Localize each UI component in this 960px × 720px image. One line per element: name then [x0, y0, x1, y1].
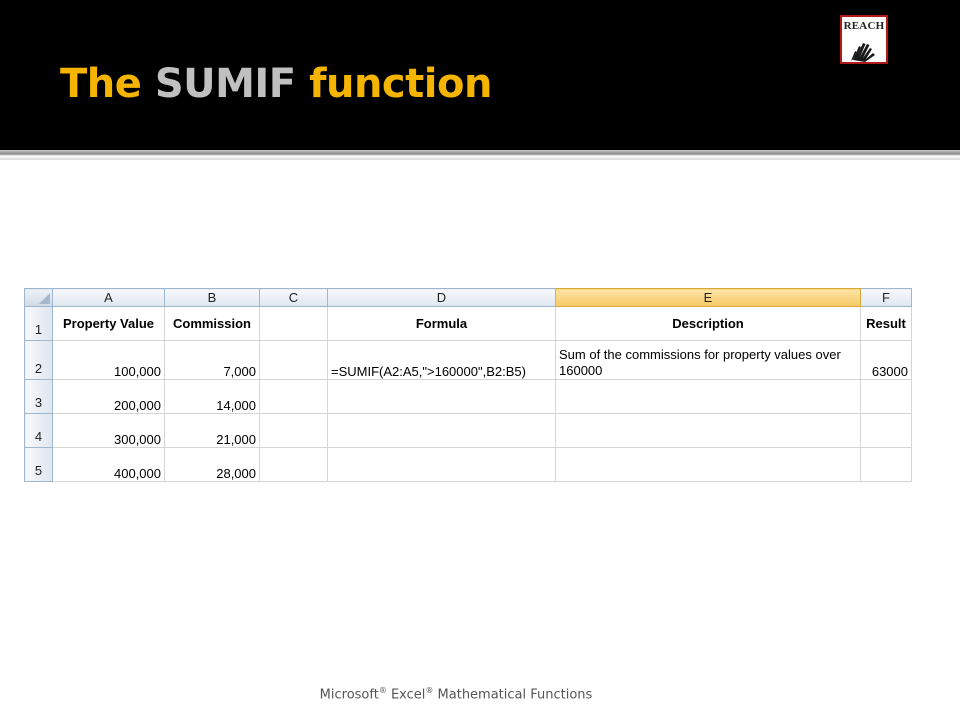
footer-brand-excel: Excel: [386, 687, 426, 703]
table-row: 4 300,000 21,000: [24, 413, 912, 448]
cell-b2[interactable]: 7,000: [164, 340, 260, 380]
cell-e5[interactable]: [555, 447, 861, 482]
hand-icon: [851, 43, 875, 62]
cell-c1[interactable]: [259, 306, 328, 341]
slide-footer: Microsoft® Excel® Mathematical Functions: [0, 686, 912, 702]
table-row: 3 200,000 14,000: [24, 379, 912, 414]
cell-c3[interactable]: [259, 379, 328, 414]
cell-d3[interactable]: [327, 379, 556, 414]
logo-text: REACH: [843, 20, 885, 32]
column-header-row: A B C D E F: [24, 288, 912, 307]
column-header-b[interactable]: B: [164, 288, 260, 307]
cell-c2[interactable]: [259, 340, 328, 380]
cell-e1[interactable]: Description: [555, 306, 861, 341]
cell-f5[interactable]: [860, 447, 912, 482]
column-header-e[interactable]: E: [555, 288, 861, 307]
cell-c5[interactable]: [259, 447, 328, 482]
cell-a2[interactable]: 100,000: [52, 340, 165, 380]
cell-b1[interactable]: Commission: [164, 306, 260, 341]
cell-a3[interactable]: 200,000: [52, 379, 165, 414]
column-header-c[interactable]: C: [259, 288, 328, 307]
title-text-function: function: [295, 61, 492, 107]
cell-b3[interactable]: 14,000: [164, 379, 260, 414]
column-header-f[interactable]: F: [860, 288, 912, 307]
title-text-the: The: [60, 61, 155, 107]
cell-e4[interactable]: [555, 413, 861, 448]
cell-f1[interactable]: Result: [860, 306, 912, 341]
cell-d5[interactable]: [327, 447, 556, 482]
row-header-2[interactable]: 2: [24, 340, 53, 380]
table-row: 2 100,000 7,000 =SUMIF(A2:A5,">160000",B…: [24, 340, 912, 380]
cell-f4[interactable]: [860, 413, 912, 448]
cell-d2[interactable]: =SUMIF(A2:A5,">160000",B2:B5): [327, 340, 556, 380]
cell-a1[interactable]: Property Value: [52, 306, 165, 341]
cell-d1[interactable]: Formula: [327, 306, 556, 341]
reach-logo: REACH: [840, 15, 888, 64]
footer-brand-microsoft: Microsoft: [319, 687, 379, 703]
row-header-5[interactable]: 5: [24, 447, 53, 482]
row-header-4[interactable]: 4: [24, 413, 53, 448]
cell-a4[interactable]: 300,000: [52, 413, 165, 448]
cell-e2[interactable]: Sum of the commissions for property valu…: [555, 340, 861, 380]
excel-spreadsheet: A B C D E F 1 Property Value Commission …: [24, 288, 912, 482]
cell-d4[interactable]: [327, 413, 556, 448]
cell-f2[interactable]: 63000: [860, 340, 912, 380]
select-all-icon: [39, 293, 50, 304]
title-band: The SUMIF function REACH: [0, 0, 960, 150]
cell-a5[interactable]: 400,000: [52, 447, 165, 482]
table-row: 5 400,000 28,000: [24, 447, 912, 482]
row-header-3[interactable]: 3: [24, 379, 53, 414]
table-row: 1 Property Value Commission Formula Desc…: [24, 306, 912, 341]
title-divider: [0, 150, 960, 160]
column-header-d[interactable]: D: [327, 288, 556, 307]
cell-c4[interactable]: [259, 413, 328, 448]
select-all-corner[interactable]: [24, 288, 53, 307]
column-header-a[interactable]: A: [52, 288, 165, 307]
slide-title: The SUMIF function: [60, 54, 492, 114]
cell-f3[interactable]: [860, 379, 912, 414]
row-header-1[interactable]: 1: [24, 306, 53, 341]
footer-registered-mark: ®: [378, 686, 387, 695]
cell-b5[interactable]: 28,000: [164, 447, 260, 482]
footer-text: Mathematical Functions: [433, 687, 593, 703]
title-text-sumif: SUMIF: [154, 61, 296, 107]
cell-b4[interactable]: 21,000: [164, 413, 260, 448]
cell-e3[interactable]: [555, 379, 861, 414]
